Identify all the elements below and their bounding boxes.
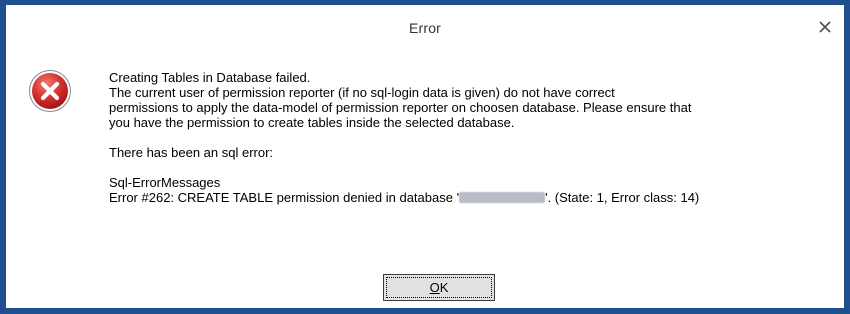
close-button[interactable]: [812, 14, 838, 40]
message-line: Sql-ErrorMessages: [109, 175, 221, 190]
message-line: The current user of permission reporter …: [109, 85, 615, 100]
error-message: Creating Tables in Database failed. The …: [109, 70, 839, 205]
dialog-content: Creating Tables in Database failed. The …: [6, 49, 844, 265]
message-line: you have the permission to create tables…: [109, 115, 515, 130]
ok-button-label: OK: [430, 280, 449, 295]
error-icon: [29, 70, 71, 112]
ok-button[interactable]: OK: [383, 274, 495, 301]
message-line: permissions to apply the data-model of p…: [109, 100, 692, 115]
dialog-footer: OK: [6, 265, 844, 308]
title-bar[interactable]: Error: [6, 5, 844, 49]
ok-mnemonic: O: [429, 280, 440, 295]
sql-error-prefix: Error #262: CREATE TABLE permission deni…: [109, 190, 460, 205]
sql-error-suffix: '. (State: 1, Error class: 14): [545, 190, 700, 205]
ok-label-rest: K: [439, 280, 449, 295]
error-dialog: Error Creating Tables in Database failed…: [0, 0, 850, 314]
message-line: Creating Tables in Database failed.: [109, 70, 311, 85]
sql-error-line: Error #262: CREATE TABLE permission deni…: [109, 190, 839, 205]
message-line: There has been an sql error:: [109, 145, 274, 160]
close-icon: [819, 21, 831, 33]
redacted-database-name: [459, 192, 546, 203]
dialog-title: Error: [408, 20, 442, 36]
